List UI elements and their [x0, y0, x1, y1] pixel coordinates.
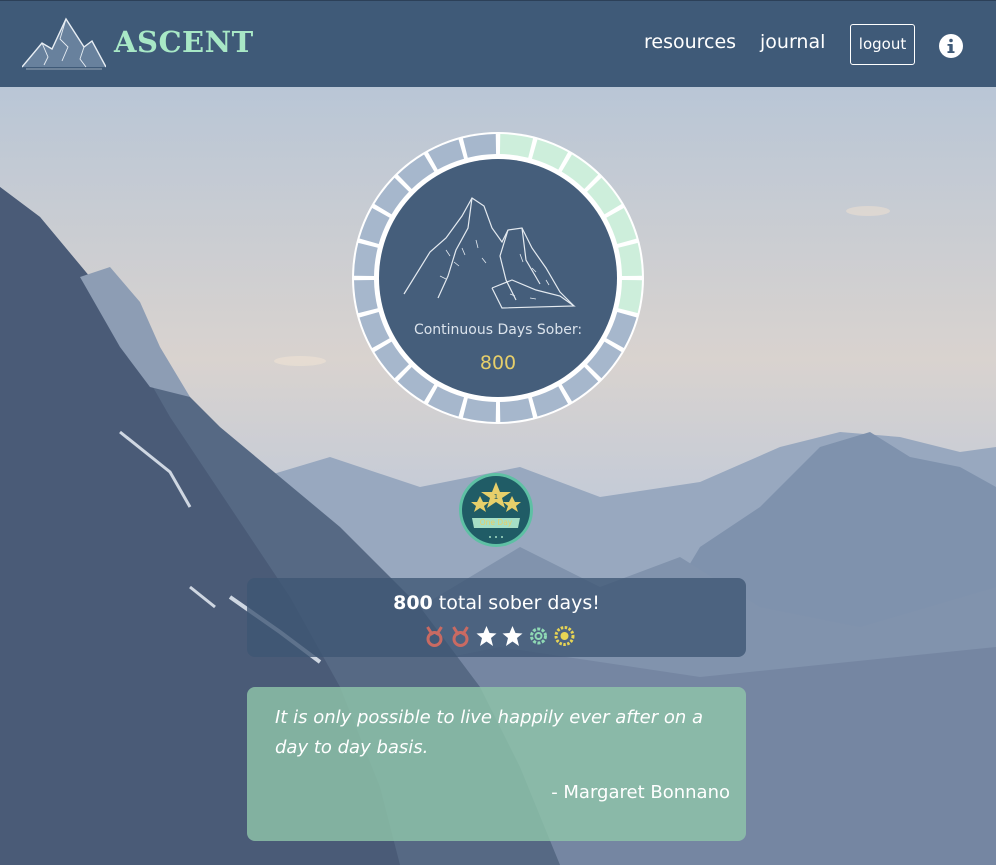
ring-segment-filled	[499, 134, 534, 158]
sobriety-progress-ring	[352, 132, 644, 424]
gold-sun-icon[interactable]	[553, 625, 576, 647]
ring-segment-empty	[462, 398, 497, 422]
days-sober-count: 800	[479, 352, 517, 374]
total-days-value: 800	[393, 592, 433, 614]
bronze-medal-icon[interactable]	[449, 625, 472, 647]
white-star-icon[interactable]	[501, 625, 524, 647]
ring-segment-empty	[354, 279, 378, 314]
quote-text: It is only possible to live happily ever…	[275, 707, 704, 758]
star-badge-icon[interactable]: 1	[458, 472, 534, 548]
ring-segment-empty	[499, 398, 534, 422]
total-days-suffix: total sober days!	[432, 592, 600, 614]
total-days-card: 800 total sober days!	[247, 578, 746, 657]
nav-resources-link[interactable]: resources	[644, 31, 736, 53]
ring-segment-empty	[354, 242, 378, 277]
ring-segment-empty	[462, 134, 497, 158]
badge-label: One Day	[479, 518, 513, 527]
white-star-icon[interactable]	[475, 625, 498, 647]
days-sober-label: Continuous Days Sober:	[413, 322, 583, 338]
quote-card: It is only possible to live happily ever…	[247, 687, 746, 841]
ring-segment-filled	[618, 279, 642, 314]
svg-text:1: 1	[494, 493, 498, 501]
brand-name[interactable]: ASCENT	[114, 25, 254, 59]
awards-row	[423, 625, 576, 647]
mountain-logo-icon[interactable]	[22, 17, 106, 73]
quote-author: - Margaret Bonnano	[551, 782, 730, 803]
total-days-line: 800 total sober days!	[247, 592, 746, 614]
bronze-medal-icon[interactable]	[423, 625, 446, 647]
info-icon[interactable]	[939, 34, 963, 58]
green-gear-icon[interactable]	[527, 625, 550, 647]
logout-button[interactable]: logout	[850, 24, 915, 65]
ring-segment-filled	[618, 242, 642, 277]
navbar: ASCENT resources journal logout	[0, 0, 996, 87]
nav-journal-link[interactable]: journal	[760, 31, 825, 53]
